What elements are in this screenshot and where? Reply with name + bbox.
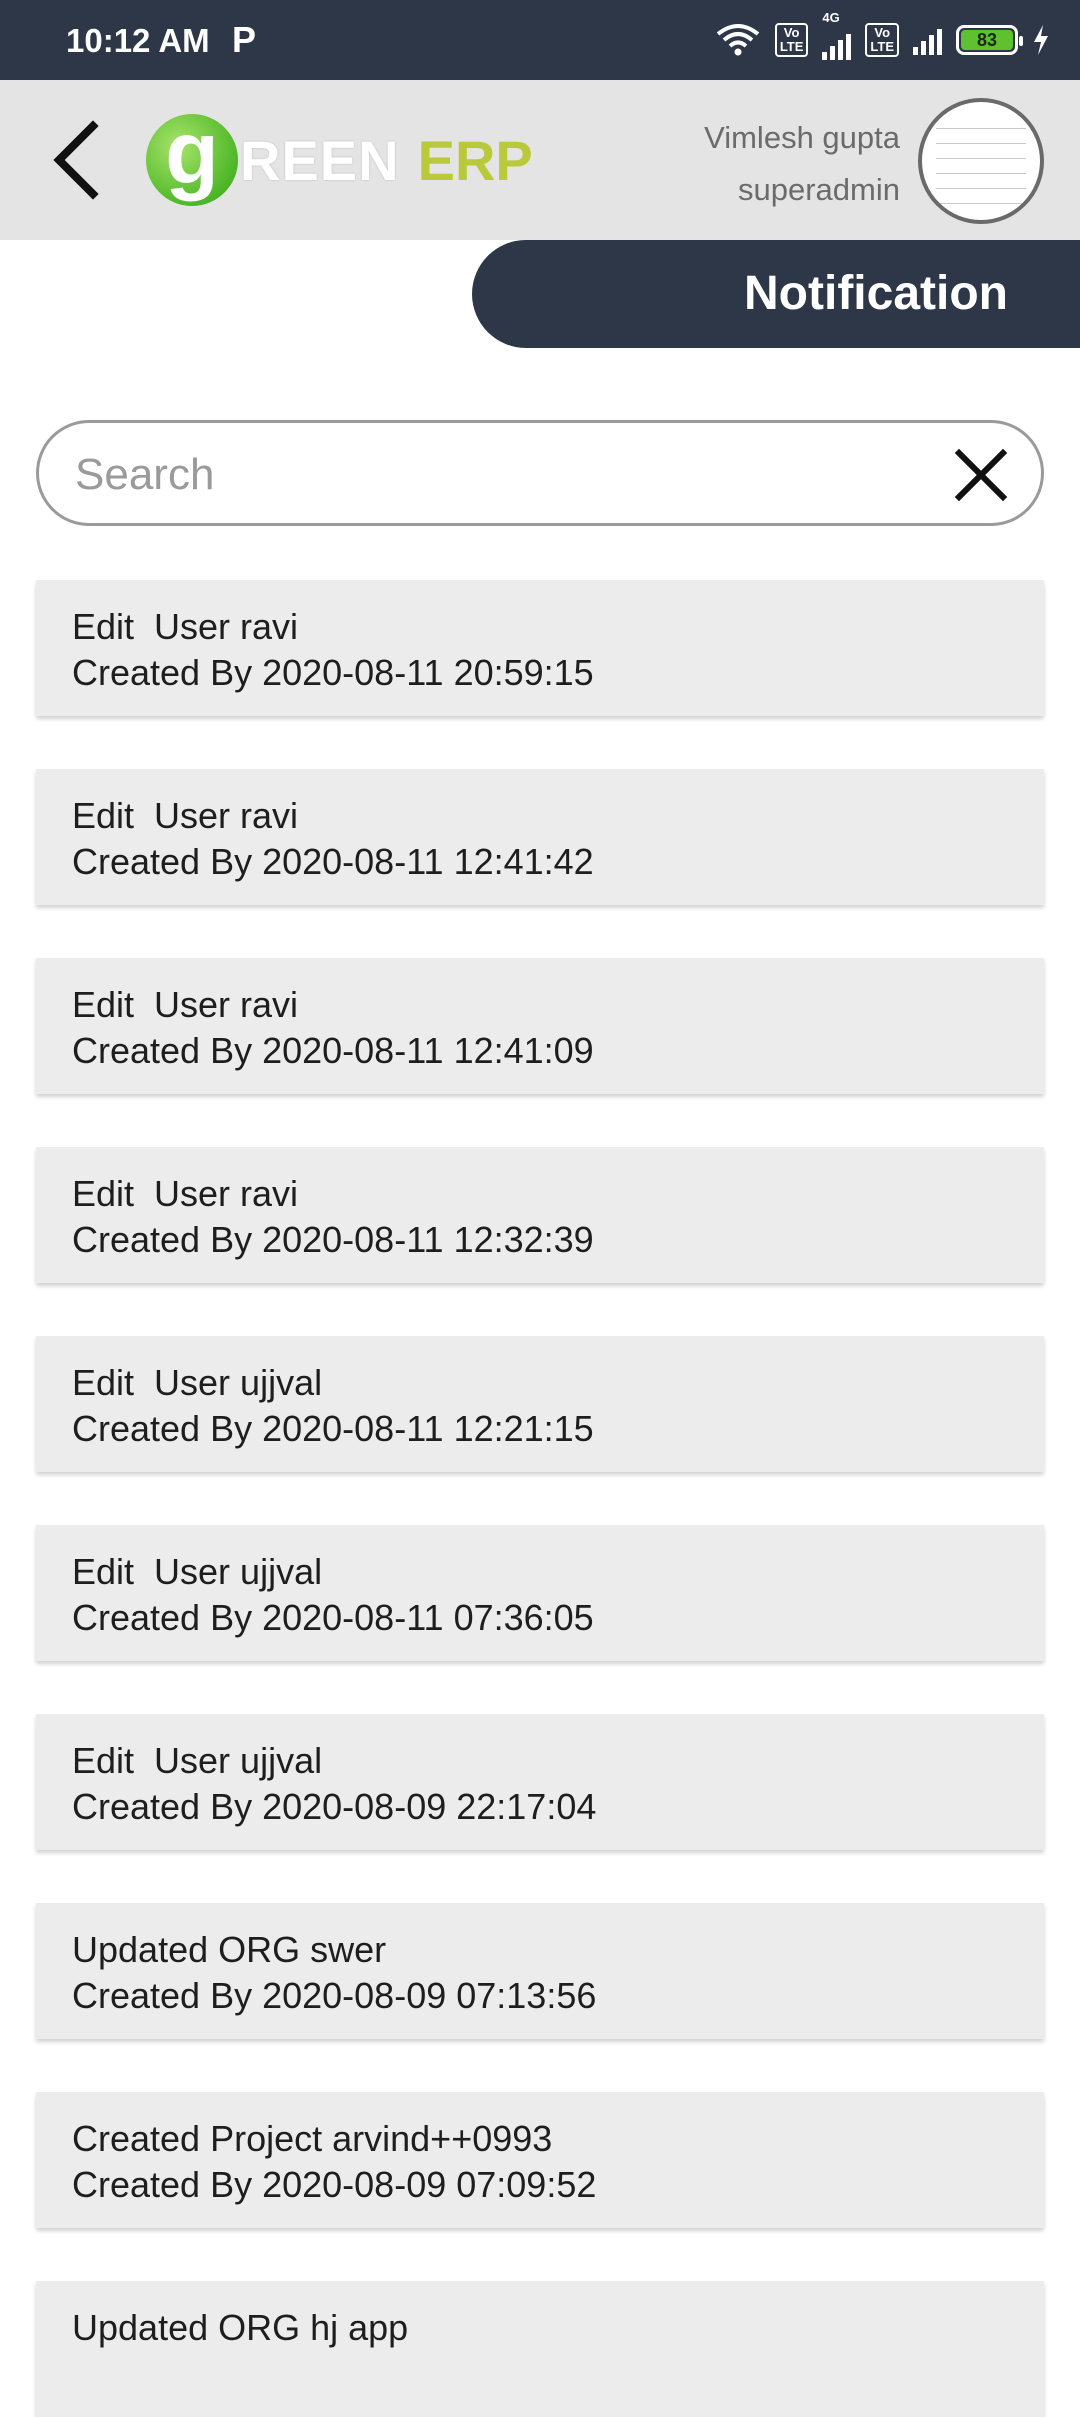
notification-action: Updated ORG hj app (72, 2307, 409, 2348)
search-input[interactable] (73, 445, 933, 505)
notification-action: Edit User ravi (72, 1173, 299, 1214)
notification-created: Created By 2020-08-11 12:32:39 (72, 1219, 594, 1260)
notification-created: Created By 2020-08-11 20:59:15 (72, 652, 594, 693)
notification-action: Edit User ujjval (72, 1740, 323, 1781)
user-role: superadmin (738, 172, 900, 207)
close-icon (954, 448, 1008, 502)
status-bar: 10:12 AM P Vo LTE 4G Vo LTE 83 (0, 0, 1080, 80)
status-icons: Vo LTE 4G Vo LTE 83 (715, 10, 1050, 60)
logo-g: g (146, 107, 238, 206)
search-box (36, 420, 1044, 526)
volte-badge-1: Vo LTE (774, 23, 809, 57)
list-item[interactable]: Edit User ujjval Created By 2020-08-09 2… (36, 1714, 1044, 1850)
notification-created: Created By 2020-08-11 07:36:05 (72, 1597, 594, 1638)
notification-action: Edit User ravi (72, 984, 299, 1025)
list-item[interactable]: Edit User ujjval Created By 2020-08-11 1… (36, 1336, 1044, 1472)
page-title: Notification (744, 267, 1008, 320)
parking-icon: P (232, 19, 257, 60)
list-item[interactable]: Updated ORG hj app (36, 2281, 1044, 2417)
signal-icon-1: 4G (822, 10, 852, 60)
notification-action: Edit User ujjval (72, 1362, 323, 1403)
list-item[interactable]: Edit User ravi Created By 2020-08-11 20:… (36, 580, 1044, 716)
notification-tab: Notification (472, 240, 1080, 348)
notification-created: Created By 2020-08-09 07:13:56 (72, 1975, 597, 2016)
notification-created: Created By 2020-08-11 12:21:15 (72, 1408, 594, 1449)
notification-created: Created By 2020-08-11 12:41:09 (72, 1030, 594, 1071)
wifi-icon (716, 24, 760, 56)
list-item[interactable]: Edit User ravi Created By 2020-08-11 12:… (36, 958, 1044, 1094)
list-item[interactable]: Created Project arvind++0993 Created By … (36, 2092, 1044, 2228)
volte-badge-2: Vo LTE (865, 23, 899, 57)
notification-action: Edit User ravi (72, 795, 299, 836)
bolt-icon (1034, 25, 1048, 55)
avatar[interactable] (918, 98, 1044, 224)
notification-action: Created Project arvind++0993 (72, 2118, 553, 2159)
battery-level: 83 (961, 30, 1013, 50)
battery-icon: 83 (956, 25, 1023, 55)
logo-text-reen: REEN (240, 128, 400, 192)
list-item[interactable]: Edit User ujjval Created By 2020-08-11 0… (36, 1525, 1044, 1661)
notification-created: Created By 2020-08-09 07:09:52 (72, 2164, 597, 2205)
chevron-left-icon (53, 120, 99, 200)
list-item[interactable]: Updated ORG swer Created By 2020-08-09 0… (36, 1903, 1044, 2039)
clear-search-button[interactable] (951, 445, 1011, 505)
signal-icon-2 (913, 25, 942, 55)
notification-action: Edit User ujjval (72, 1551, 323, 1592)
app-logo: g REEN ERP (146, 107, 533, 210)
notification-action: Updated ORG swer (72, 1929, 387, 1970)
logo-text-erp: ERP (417, 128, 533, 192)
list-item[interactable]: Edit User ravi Created By 2020-08-11 12:… (36, 1147, 1044, 1283)
status-time: 10:12 AM (66, 22, 210, 59)
notification-action: Edit User ravi (72, 606, 299, 647)
notification-created: Created By 2020-08-11 12:41:42 (72, 841, 594, 882)
app-header: g REEN ERP Vimlesh gupta superadmin (0, 80, 1080, 240)
notification-created: Created By 2020-08-09 22:17:04 (72, 1786, 597, 1827)
list-item[interactable]: Edit User ravi Created By 2020-08-11 12:… (36, 769, 1044, 905)
back-button[interactable] (40, 120, 110, 200)
network-type: 4G (822, 10, 840, 25)
user-info: Vimlesh gupta superadmin (704, 112, 900, 216)
user-name: Vimlesh gupta (704, 120, 900, 155)
